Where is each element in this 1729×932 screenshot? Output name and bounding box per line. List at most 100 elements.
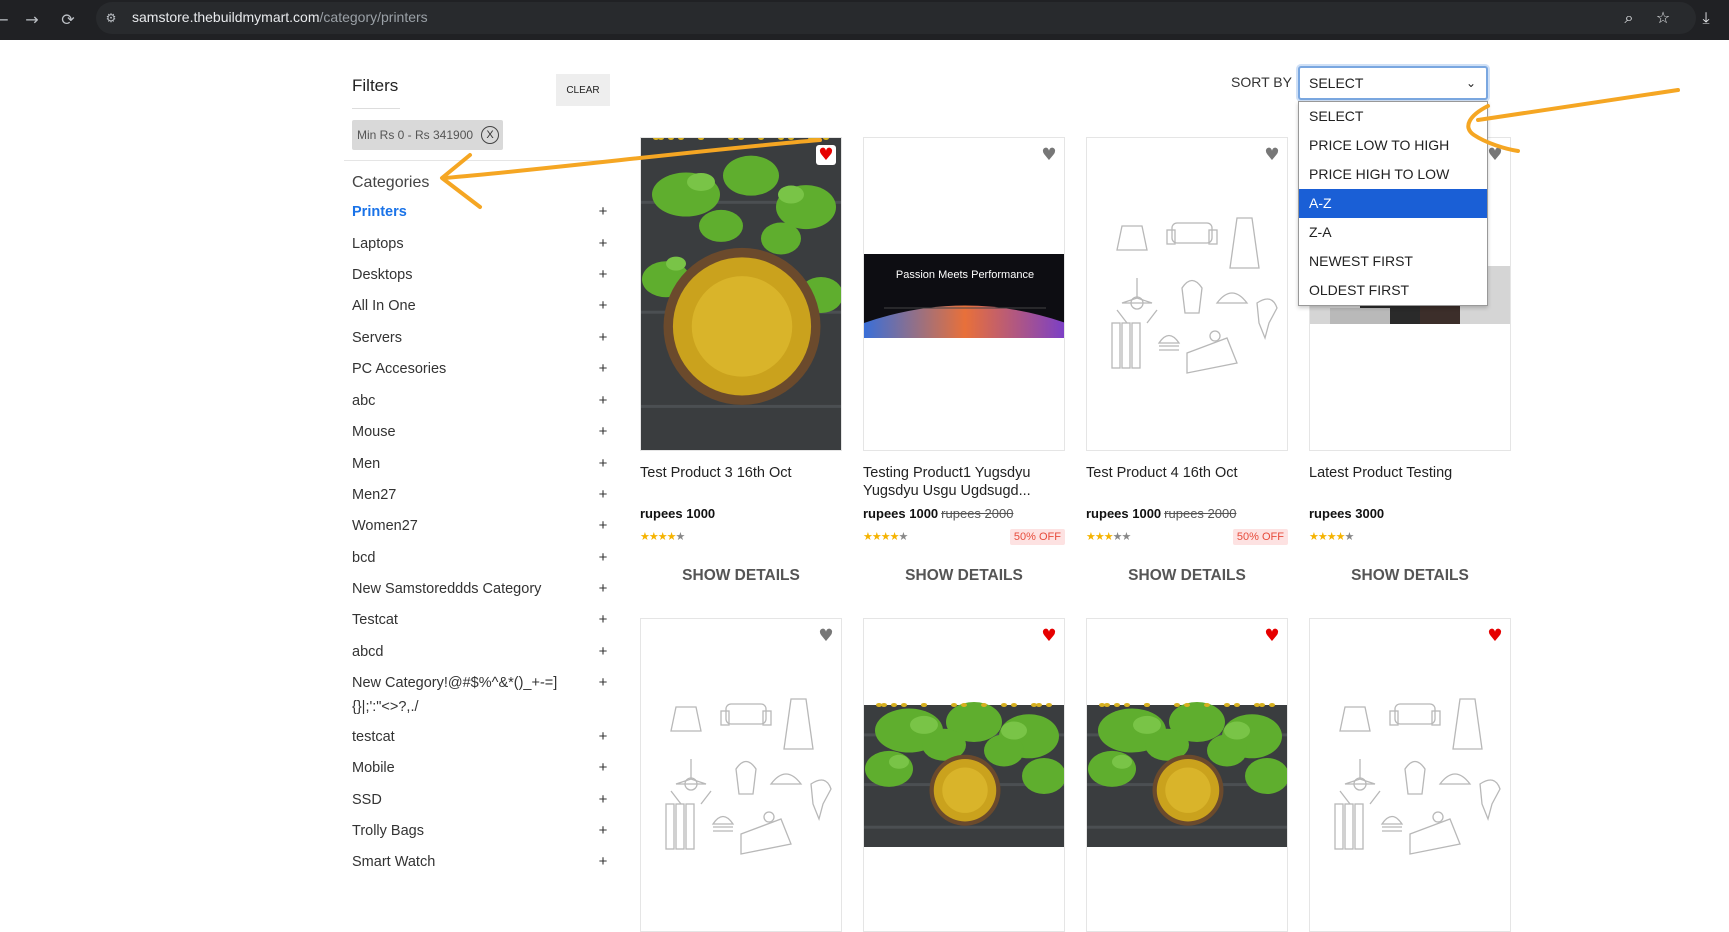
category-item[interactable]: Women27 + [352,514,610,538]
expand-plus-icon[interactable]: + [596,819,610,843]
wishlist-heart-icon[interactable]: ♥ [816,145,836,165]
category-item[interactable]: Mobile + [352,756,610,780]
category-item[interactable]: Desktops + [352,263,610,287]
wishlist-heart-icon[interactable]: ♥ [1485,145,1505,165]
category-label[interactable]: Mobile [352,756,395,780]
product-image[interactable] [1086,137,1288,451]
reload-icon[interactable]: ⟳ [56,8,80,32]
category-item[interactable]: All In One + [352,294,610,318]
sort-option[interactable]: NEWEST FIRST [1299,247,1487,276]
category-item[interactable]: Servers + [352,326,610,350]
site-info-icon[interactable]: ⚙ [102,9,120,27]
product-card[interactable]: ♥ [863,618,1065,932]
sort-option[interactable]: Z-A [1299,218,1487,247]
expand-plus-icon[interactable]: + [596,640,610,664]
category-item[interactable]: abcd + [352,640,610,664]
category-label[interactable]: Mouse [352,420,396,444]
category-label[interactable]: PC Accesories [352,357,446,381]
category-label[interactable]: Printers [352,200,407,224]
sort-select[interactable]: SELECT ⌄ [1298,66,1488,100]
sort-option[interactable]: PRICE LOW TO HIGH [1299,131,1487,160]
show-details-button[interactable]: SHOW DETAILS [1309,567,1511,585]
category-item[interactable]: Printers + [352,200,610,224]
category-label[interactable]: Trolly Bags [352,819,424,843]
product-card[interactable]: ♥ Test Product 4 16th Oct rupees 1000 rupee… [1086,137,1288,607]
expand-plus-icon[interactable]: + [596,483,610,507]
category-item[interactable]: Laptops + [352,232,610,256]
category-label[interactable]: Servers [352,326,402,350]
wishlist-heart-icon[interactable]: ♥ [1262,626,1282,646]
category-label[interactable]: testcat [352,725,395,749]
category-item[interactable]: bcd + [352,546,610,570]
category-label[interactable]: All In One [352,294,416,318]
sort-option[interactable]: SELECT [1299,102,1487,131]
product-image[interactable] [640,618,842,932]
wishlist-heart-icon[interactable]: ♥ [816,626,836,646]
category-item[interactable]: New Category!@#$%^&*()_+-=]{}|;':"<>?,./… [352,671,610,719]
category-item[interactable]: abc + [352,389,610,413]
product-title[interactable]: Test Product 3 16th Oct [640,464,842,482]
expand-plus-icon[interactable]: + [596,232,610,256]
product-image[interactable] [640,137,842,451]
category-label[interactable]: abc [352,389,375,413]
category-item[interactable]: PC Accesories + [352,357,610,381]
product-image[interactable] [863,618,1065,932]
category-label[interactable]: New Category!@#$%^&*()_+-=]{}|;':"<>?,./ [352,671,584,719]
product-image[interactable] [1086,618,1288,932]
show-details-button[interactable]: SHOW DETAILS [1086,567,1288,585]
download-icon[interactable]: ⤓ [1694,6,1718,30]
category-label[interactable]: Men27 [352,483,396,507]
remove-filter-icon[interactable]: X [481,126,500,144]
zoom-icon[interactable]: ⌕ [1617,6,1641,30]
category-item[interactable]: testcat + [352,725,610,749]
expand-plus-icon[interactable]: + [596,263,610,287]
wishlist-heart-icon[interactable]: ♥ [1039,626,1059,646]
product-card[interactable]: Passion Meets Performance ♥ Testing Produc… [863,137,1065,607]
product-title[interactable]: Testing Product1 Yugsdyu Yugsdyu Usgu Ug… [863,464,1065,500]
sort-option[interactable]: OLDEST FIRST [1299,276,1487,305]
category-item[interactable]: Trolly Bags + [352,819,610,843]
url-text[interactable]: samstore.thebuildmymart.com/category/pri… [132,9,428,25]
clear-filters-button[interactable]: CLEAR [556,74,610,106]
expand-plus-icon[interactable]: + [596,326,610,350]
expand-plus-icon[interactable]: + [596,671,610,719]
product-card[interactable]: ♥ Test Product 3 16th Oct rupees 1000 ★★★★★… [640,137,842,607]
product-title[interactable]: Test Product 4 16th Oct [1086,464,1288,482]
wishlist-heart-icon[interactable]: ♥ [1039,145,1059,165]
category-label[interactable]: Smart Watch [352,850,435,874]
sort-option[interactable]: A-Z [1299,189,1487,218]
category-label[interactable]: SSD [352,788,382,812]
product-title[interactable]: Latest Product Testing [1309,464,1511,482]
show-details-button[interactable]: SHOW DETAILS [640,567,842,585]
product-card[interactable]: ♥ [1086,618,1288,932]
category-label[interactable]: Testcat [352,608,398,632]
category-item[interactable]: Men27 + [352,483,610,507]
category-item[interactable]: SSD + [352,788,610,812]
address-bar[interactable]: ⚙ samstore.thebuildmymart.com/category/p… [96,2,1696,34]
category-label[interactable]: abcd [352,640,383,664]
category-label[interactable]: Laptops [352,232,404,256]
product-image[interactable]: Passion Meets Performance [863,137,1065,451]
expand-plus-icon[interactable]: + [596,546,610,570]
product-image[interactable] [1309,618,1511,932]
expand-plus-icon[interactable]: + [596,788,610,812]
product-card[interactable]: ♥ [1309,618,1511,932]
category-label[interactable]: Women27 [352,514,418,538]
category-label[interactable]: New Samstoreddds Category [352,577,541,601]
category-item[interactable]: Men + [352,452,610,476]
category-item[interactable]: Smart Watch + [352,850,610,874]
wishlist-heart-icon[interactable]: ♥ [1262,145,1282,165]
expand-plus-icon[interactable]: + [596,452,610,476]
expand-plus-icon[interactable]: + [596,514,610,538]
back-arrow-icon[interactable]: ← [0,8,14,32]
sort-option[interactable]: PRICE HIGH TO LOW [1299,160,1487,189]
bookmark-star-icon[interactable]: ☆ [1651,6,1675,30]
expand-plus-icon[interactable]: + [596,577,610,601]
expand-plus-icon[interactable]: + [596,389,610,413]
category-label[interactable]: Men [352,452,380,476]
expand-plus-icon[interactable]: + [596,756,610,780]
expand-plus-icon[interactable]: + [596,357,610,381]
category-label[interactable]: bcd [352,546,375,570]
forward-arrow-icon[interactable]: → [20,8,44,32]
expand-plus-icon[interactable]: + [596,200,610,224]
